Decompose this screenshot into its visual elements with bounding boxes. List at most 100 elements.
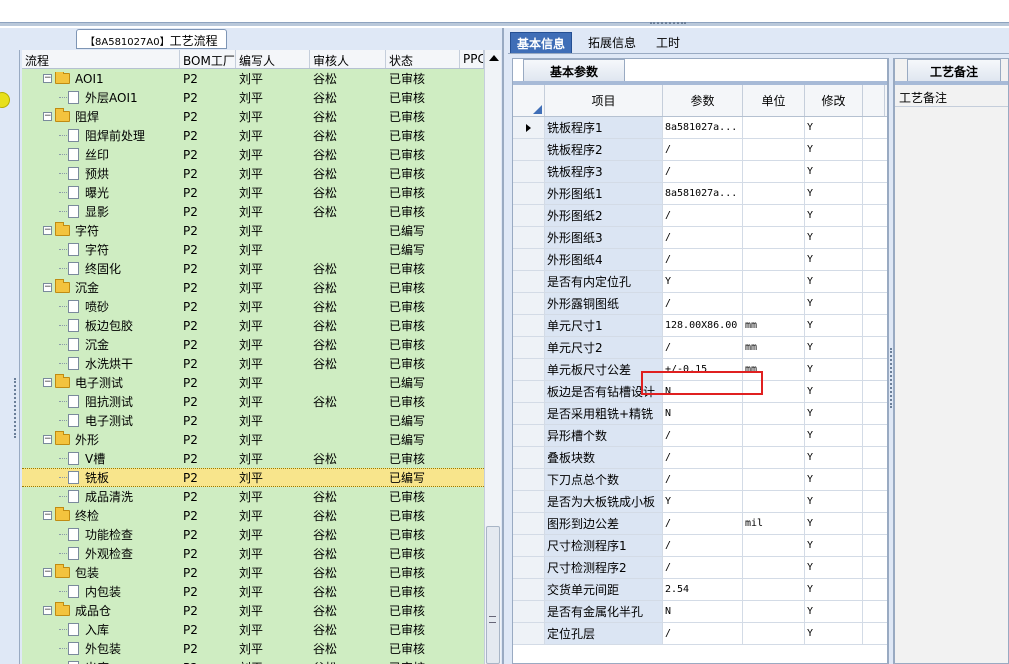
tree-row[interactable]: 外层AOI1 P2 刘平 谷松 已审核 (22, 88, 484, 107)
process-flow-tab[interactable]: 【8A581027A0】工艺流程 (76, 29, 227, 49)
tree-row[interactable]: − 外形 P2 刘平 已编写 (22, 430, 484, 449)
param-unit-cell[interactable] (743, 161, 805, 182)
row-selector[interactable] (513, 205, 545, 226)
expand-minus-icon[interactable]: − (43, 568, 52, 577)
param-modify-cell[interactable]: Y (805, 469, 863, 490)
param-unit-cell[interactable] (743, 579, 805, 600)
expand-minus-icon[interactable]: − (43, 283, 52, 292)
param-value-cell[interactable]: 128.00X86.00 (663, 315, 743, 336)
param-row[interactable]: 异形槽个数 / Y (513, 425, 887, 447)
param-unit-cell[interactable]: mm (743, 337, 805, 358)
col-header-bom[interactable]: BOM工厂 (180, 50, 236, 68)
tree-node[interactable]: 成品清洗 (22, 488, 180, 505)
param-modify-cell[interactable]: Y (805, 535, 863, 556)
param-unit-cell[interactable] (743, 557, 805, 578)
row-selector[interactable] (513, 513, 545, 534)
basic-params-tab[interactable]: 基本参数 (523, 59, 626, 81)
param-unit-cell[interactable] (743, 271, 805, 292)
tree-row[interactable]: 功能检查 P2 刘平 谷松 已审核 (22, 525, 484, 544)
row-selector[interactable] (513, 535, 545, 556)
param-row[interactable]: 单元板尺寸公差 +/-0.15 mm Y (513, 359, 887, 381)
param-modify-cell[interactable]: Y (805, 381, 863, 402)
param-unit-cell[interactable] (743, 249, 805, 270)
param-value-cell[interactable]: / (663, 557, 743, 578)
row-selector[interactable] (513, 557, 545, 578)
col-header-reviewer[interactable]: 审核人 (310, 50, 386, 68)
tree-node[interactable]: 内包装 (22, 583, 180, 600)
top-splitter-grip[interactable] (650, 22, 686, 26)
param-unit-cell[interactable] (743, 491, 805, 512)
param-unit-cell[interactable] (743, 601, 805, 622)
param-value-cell[interactable]: 2.54 (663, 579, 743, 600)
col-header-flow[interactable]: 流程 (22, 50, 180, 68)
param-modify-cell[interactable]: Y (805, 205, 863, 226)
param-unit-cell[interactable] (743, 205, 805, 226)
param-modify-cell[interactable]: Y (805, 337, 863, 358)
tree-node[interactable]: 沉金 (22, 336, 180, 353)
row-selector[interactable] (513, 227, 545, 248)
tree-node[interactable]: − 外形 (22, 431, 180, 448)
expand-minus-icon[interactable]: − (43, 378, 52, 387)
tree-row[interactable]: − 终检 P2 刘平 谷松 已审核 (22, 506, 484, 525)
tree-node[interactable]: 水洗烘干 (22, 355, 180, 372)
param-value-cell[interactable]: / (663, 205, 743, 226)
param-row[interactable]: 外形图纸1 8a581027a... Y (513, 183, 887, 205)
param-modify-cell[interactable]: Y (805, 359, 863, 380)
col-header-unit[interactable]: 单位 (743, 85, 805, 116)
tree-row[interactable]: − 字符 P2 刘平 已编写 (22, 221, 484, 240)
col-header-param[interactable]: 参数 (663, 85, 743, 116)
param-row[interactable]: 板边是否有钻槽设计 N Y (513, 381, 887, 403)
param-modify-cell[interactable]: Y (805, 293, 863, 314)
tree-node[interactable]: 电子测试 (22, 412, 180, 429)
param-modify-cell[interactable]: Y (805, 227, 863, 248)
param-row[interactable]: 是否采用粗铣+精铣 N Y (513, 403, 887, 425)
tree-row[interactable]: − AOI1 P2 刘平 谷松 已审核 (22, 69, 484, 88)
tree-row[interactable]: 出库 P2刘平谷松已审核 (22, 658, 484, 664)
tree-node[interactable]: 终固化 (22, 260, 180, 277)
param-value-cell[interactable]: / (663, 425, 743, 446)
param-value-cell[interactable]: N (663, 601, 743, 622)
tree-node[interactable]: 预烘 (22, 165, 180, 182)
param-value-cell[interactable]: +/-0.15 (663, 359, 743, 380)
tree-node[interactable]: − 成品仓 (22, 602, 180, 619)
param-unit-cell[interactable]: mm (743, 359, 805, 380)
row-selector[interactable] (513, 161, 545, 182)
row-selector[interactable] (513, 469, 545, 490)
tab-work-hours[interactable]: 工时 (650, 32, 686, 53)
tree-node[interactable]: − 电子测试 (22, 374, 180, 391)
tree-row[interactable]: 喷砂 P2 刘平 谷松 已审核 (22, 297, 484, 316)
row-selector[interactable] (513, 579, 545, 600)
tree-row[interactable]: V槽 P2 刘平 谷松 已审核 (22, 449, 484, 468)
tree-row[interactable]: − 成品仓 P2 刘平 谷松 已审核 (22, 601, 484, 620)
param-row[interactable]: 铣板程序1 8a581027a... Y (513, 117, 887, 139)
tree-vertical-scrollbar[interactable] (484, 50, 501, 664)
param-unit-cell[interactable] (743, 403, 805, 424)
tree-node[interactable]: 阻抗测试 (22, 393, 180, 410)
splitter-grip[interactable] (890, 348, 892, 408)
param-row[interactable]: 下刀点总个数 / Y (513, 469, 887, 491)
param-unit-cell[interactable] (743, 447, 805, 468)
param-row[interactable]: 铣板程序3/ Y (513, 161, 887, 183)
tree-row[interactable]: − 包装 P2 刘平 谷松 已审核 (22, 563, 484, 582)
row-selector[interactable] (513, 249, 545, 270)
param-value-cell[interactable]: / (663, 337, 743, 358)
param-row[interactable]: 图形到边公差 / mil Y (513, 513, 887, 535)
expand-minus-icon[interactable]: − (43, 74, 52, 83)
row-selector[interactable] (513, 447, 545, 468)
param-modify-cell[interactable]: Y (805, 557, 863, 578)
row-selector[interactable] (513, 117, 545, 138)
select-all-corner[interactable] (513, 85, 545, 116)
param-unit-cell[interactable] (743, 623, 805, 644)
param-modify-cell[interactable]: Y (805, 491, 863, 512)
row-selector[interactable] (513, 425, 545, 446)
row-selector[interactable] (513, 381, 545, 402)
tree-node[interactable]: 入库 (22, 621, 180, 638)
expand-minus-icon[interactable]: − (43, 435, 52, 444)
row-selector[interactable] (513, 359, 545, 380)
row-selector[interactable] (513, 491, 545, 512)
param-value-cell[interactable]: / (663, 227, 743, 248)
tree-row[interactable]: 外包装 P2 刘平 谷松 已审核 (22, 639, 484, 658)
param-value-cell[interactable]: N (663, 381, 743, 402)
param-modify-cell[interactable]: Y (805, 447, 863, 468)
tree-row[interactable]: 曝光 P2 刘平 谷松 已审核 (22, 183, 484, 202)
